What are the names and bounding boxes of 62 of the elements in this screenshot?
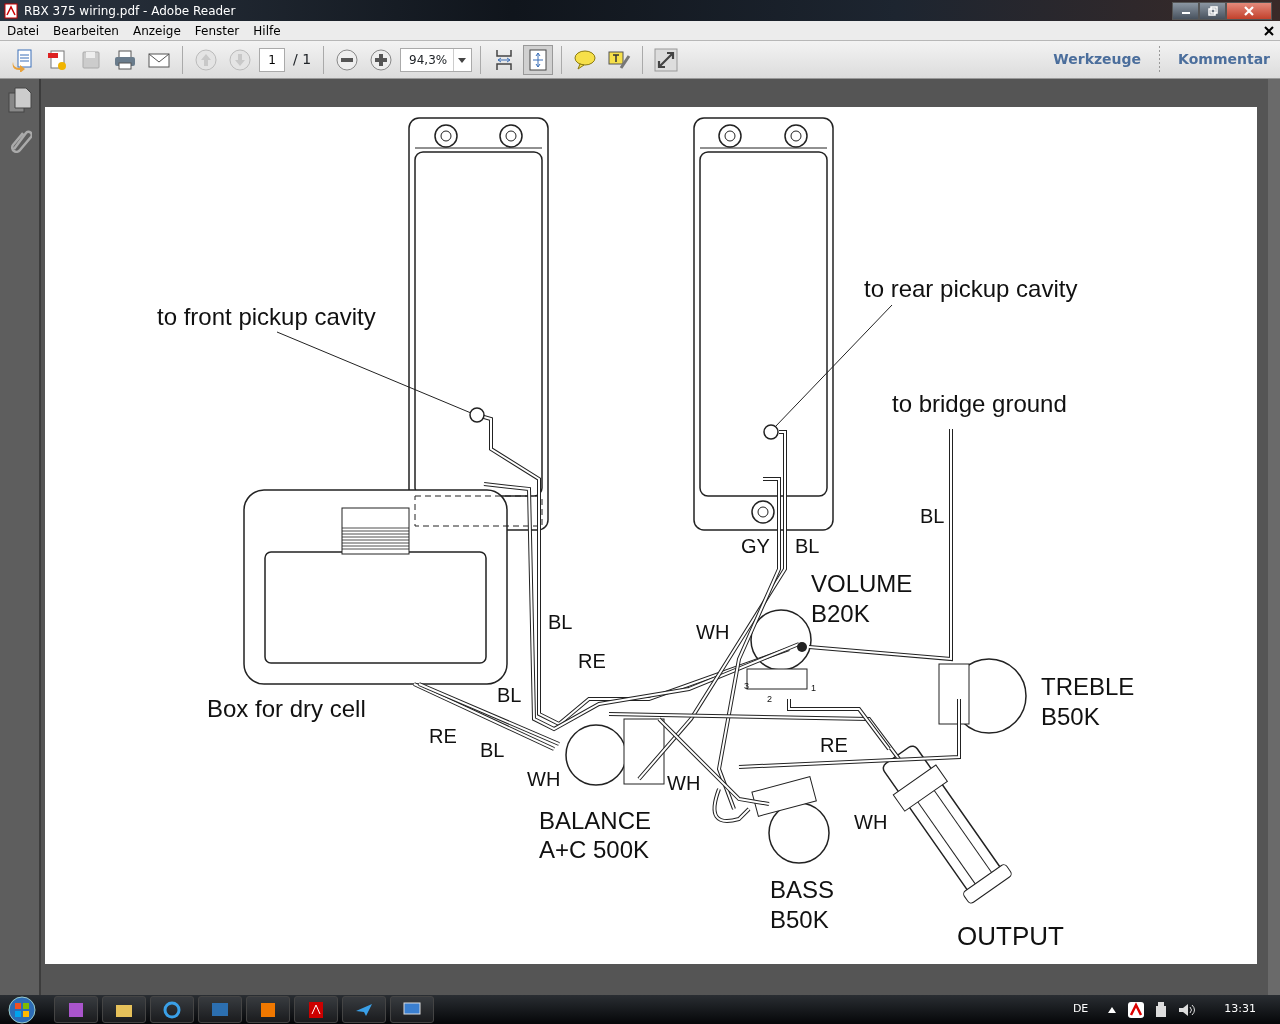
diagram-label: to rear pickup cavity <box>864 275 1078 302</box>
menu-item[interactable]: Hilfe <box>253 21 281 40</box>
clock[interactable]: 13:31 <box>1224 1001 1256 1018</box>
diagram-label: to front pickup cavity <box>157 303 376 330</box>
menu-item[interactable]: Bearbeiten <box>53 21 119 40</box>
menu-item[interactable]: Fenster <box>194 21 240 40</box>
pdf-file-icon <box>4 2 18 19</box>
menu-item[interactable]: Anzeige <box>132 21 181 40</box>
diagram-label: 3 <box>744 681 749 691</box>
diagram-label: BALANCE <box>539 807 652 834</box>
folder-icon[interactable] <box>102 996 146 1023</box>
scrollbar[interactable] <box>1268 79 1280 995</box>
browser-icon[interactable] <box>150 996 194 1023</box>
panel-tab[interactable]: Kommentar <box>1168 49 1280 70</box>
diagram-label: BL <box>920 505 945 527</box>
close-button[interactable] <box>1226 1 1272 20</box>
diagram-label: WH <box>667 772 701 794</box>
page-number-field[interactable]: 1 <box>259 47 285 72</box>
diagram-label: BASS <box>770 876 835 903</box>
diagram-label: to bridge ground <box>892 390 1067 417</box>
restore-icon[interactable] <box>1207 5 1218 16</box>
send-icon[interactable] <box>342 996 386 1023</box>
page-count: / 1 <box>293 50 312 69</box>
diagram-label: OUTPUT <box>957 921 1064 951</box>
menu-item[interactable]: Datei <box>7 21 39 40</box>
pdf-file-icon[interactable] <box>294 996 338 1023</box>
diagram-label: B20K <box>811 600 870 627</box>
fit-page-icon[interactable] <box>523 44 554 75</box>
minimize-button[interactable] <box>1172 1 1199 20</box>
diagram-label: TREBLE <box>1041 673 1135 700</box>
app-icon[interactable] <box>246 996 290 1023</box>
zoom-field[interactable]: 94,3% <box>400 47 473 72</box>
diagram-label: RE <box>820 734 848 756</box>
language-indicator[interactable]: DE <box>1072 1001 1089 1018</box>
diagram-label: B50K <box>1041 703 1100 730</box>
diagram-label: GY <box>741 535 770 557</box>
diagram-label: RE <box>429 725 457 747</box>
diagram-label: WH <box>527 768 561 790</box>
diagram-label: VOLUME <box>811 570 913 597</box>
diagram-label: B50K <box>770 906 829 933</box>
restore-button[interactable] <box>1199 1 1226 20</box>
volume-icon[interactable] <box>1178 1001 1197 1018</box>
app-icon[interactable] <box>198 996 242 1023</box>
diagram-label: BL <box>480 739 505 761</box>
diagram-label: BL <box>497 684 522 706</box>
close-icon[interactable] <box>1243 5 1255 16</box>
diagram-label: 1 <box>811 683 816 693</box>
diagram-label: RE <box>578 650 606 672</box>
app-icon[interactable] <box>54 996 98 1023</box>
diagram-label: WH <box>696 621 730 643</box>
panel-tab[interactable]: Werkzeuge <box>1043 49 1152 70</box>
diagram-label: BL <box>795 535 820 557</box>
close-document-icon[interactable] <box>1264 25 1274 36</box>
monitor-icon[interactable] <box>390 996 434 1023</box>
window-title: RBX 375 wiring.pdf - Adobe Reader <box>24 2 236 20</box>
diagram-label: A+C 500K <box>539 836 650 863</box>
show-hidden-icons[interactable] <box>1108 1006 1117 1013</box>
diagram-label: BL <box>548 611 573 633</box>
diagram-label: Box for dry cell <box>207 695 366 722</box>
diagram-label: 2 <box>767 694 772 704</box>
diagram-label: WH <box>854 811 888 833</box>
pages-icon[interactable] <box>7 87 32 113</box>
